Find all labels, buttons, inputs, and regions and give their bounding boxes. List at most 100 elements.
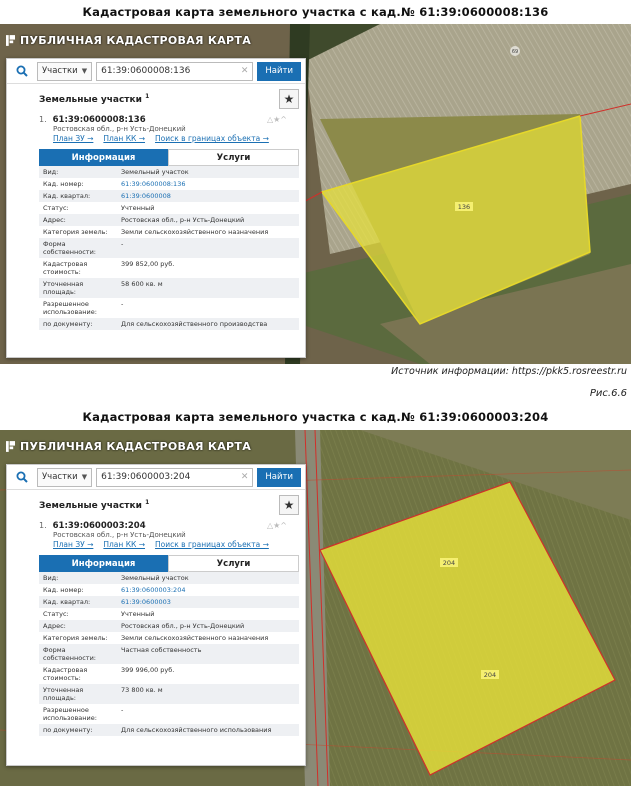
tab-information[interactable]: Информация xyxy=(39,149,168,166)
plan-zu-link[interactable]: План ЗУ → xyxy=(53,540,93,549)
tab-services[interactable]: Услуги xyxy=(168,149,299,166)
info-tabs: Информация Услуги xyxy=(39,149,299,166)
row-value: Ростовская обл., р-н Усть-Донецкий xyxy=(117,620,299,632)
favorite-star-button[interactable]: ★ xyxy=(279,495,299,515)
favorite-star-button[interactable]: ★ xyxy=(279,89,299,109)
clear-icon[interactable]: ✕ xyxy=(241,66,249,76)
pkk-logo-icon xyxy=(6,35,15,46)
row-key: Статус: xyxy=(43,204,69,212)
search-icon[interactable] xyxy=(11,61,33,81)
table-row: Кад. номер: 61:39:0600003:204 xyxy=(39,584,299,596)
result-actions-icons[interactable]: △★^ xyxy=(267,521,287,530)
row-value: 399 996,00 руб. xyxy=(121,666,175,674)
search-scope-select[interactable]: Участки ▼ xyxy=(37,61,93,81)
table-row: Форма собственности: Частная собственност… xyxy=(39,644,299,664)
tab-services[interactable]: Услуги xyxy=(168,555,299,572)
row-value: Частная собственность xyxy=(117,644,299,664)
map-view-1[interactable]: 69 136 ПУБЛИЧНАЯ КАДАСТРОВАЯ КАРТА Участ… xyxy=(0,24,631,364)
row-value: Земельный участок xyxy=(117,572,299,584)
plan-kk-link[interactable]: План КК → xyxy=(103,134,145,143)
result-card[interactable]: 1. 61:39:0600008:136 △★^ Ростовская обл.… xyxy=(39,115,297,143)
search-bar: Участки ▼ 61:39:0600003:204 ✕ Найти xyxy=(7,465,305,490)
row-value[interactable]: 61:39:0600003 xyxy=(117,596,299,608)
star-icon: ★ xyxy=(283,498,295,512)
brand-header-2: ПУБЛИЧНАЯ КАДАСТРОВАЯ КАРТА xyxy=(6,440,251,453)
row-key: Вид: xyxy=(39,572,117,584)
brand-title: ПУБЛИЧНАЯ КАДАСТРОВАЯ КАРТА xyxy=(20,34,252,47)
result-links: План ЗУ → План КК → Поиск в границах объ… xyxy=(53,540,297,549)
search-scope-value: Участки xyxy=(42,472,78,482)
section-title: Земельные участки 1 xyxy=(39,93,149,105)
parcel-label-204: 204 xyxy=(443,559,455,567)
row-key: Разрешенное использование: xyxy=(43,300,97,316)
row-value: Земли сельскохозяйственного назначения xyxy=(121,634,269,642)
row-value: Для сельскохозяйственного производства xyxy=(117,318,299,330)
row-key: Категория земель: xyxy=(43,228,108,236)
row-key: Статус: xyxy=(43,610,69,618)
find-button[interactable]: Найти xyxy=(257,61,301,81)
table-row: по документу: Для сельскохозяйственного п… xyxy=(39,318,299,330)
svg-text:69: 69 xyxy=(512,49,518,55)
row-key: Разрешенное использование: xyxy=(43,706,97,722)
row-key: Кадастровая стоимость: xyxy=(43,666,88,682)
result-heading: 1. 61:39:0600003:204 xyxy=(39,521,297,531)
row-key: Кад. квартал: xyxy=(39,190,117,202)
section-header: Земельные участки 1 ★ xyxy=(7,84,305,111)
row-key: Уточненная площадь: xyxy=(39,278,117,298)
table-row: Кадастровая стоимость: 399 996,00 руб. xyxy=(39,664,299,684)
search-in-bounds-link[interactable]: Поиск в границах объекта → xyxy=(155,540,269,549)
search-query-value: 61:39:0600008:136 xyxy=(101,66,191,76)
brand-header-1: ПУБЛИЧНАЯ КАДАСТРОВАЯ КАРТА xyxy=(6,34,251,47)
section-title-text: Земельные участки xyxy=(39,95,142,105)
row-value: 58 600 кв. м xyxy=(117,278,299,298)
table-row: Уточненная площадь: 58 600 кв. м xyxy=(39,278,299,298)
row-value: 399 852,00 руб. xyxy=(121,260,175,268)
row-value: - xyxy=(121,706,124,714)
row-value: - xyxy=(117,238,299,258)
row-value: Ростовская обл., р-н Усть-Донецкий xyxy=(117,214,299,226)
pkk-logo-icon xyxy=(6,441,15,452)
tab-information[interactable]: Информация xyxy=(39,555,168,572)
result-actions-icons[interactable]: △★^ xyxy=(267,115,287,124)
table-row: Вид: Земельный участок xyxy=(39,572,299,584)
section-title: Земельные участки 1 xyxy=(39,499,149,511)
search-in-bounds-link[interactable]: Поиск в границах объекта → xyxy=(155,134,269,143)
row-value[interactable]: 61:39:0600008:136 xyxy=(117,178,299,190)
search-input[interactable]: 61:39:0600008:136 ✕ xyxy=(96,61,254,81)
clear-icon[interactable]: ✕ xyxy=(241,472,249,482)
source-note: Источник информации: https://pkk5.rosree… xyxy=(391,366,627,377)
row-value: 73 800 кв. м xyxy=(117,684,299,704)
row-key: по документу: xyxy=(39,318,117,330)
section-title-text: Земельные участки xyxy=(39,501,142,511)
info-tabs: Информация Услуги xyxy=(39,555,299,572)
table-row: Кад. квартал: 61:39:0600003 xyxy=(39,596,299,608)
table-row: Вид: Земельный участок xyxy=(39,166,299,178)
table-row: Адрес: Ростовская обл., р-н Усть-Донецкий xyxy=(39,214,299,226)
row-value: Земельный участок xyxy=(117,166,299,178)
search-panel-1: Участки ▼ 61:39:0600008:136 ✕ Найти Земе… xyxy=(6,58,306,358)
result-index: 1. xyxy=(39,115,47,124)
search-scope-select[interactable]: Участки ▼ xyxy=(37,467,93,487)
plan-zu-link[interactable]: План ЗУ → xyxy=(53,134,93,143)
map-view-2[interactable]: 204 204 ПУБЛИЧНАЯ КАДАСТРОВАЯ КАРТА Учас… xyxy=(0,430,631,786)
search-input[interactable]: 61:39:0600003:204 ✕ xyxy=(96,467,254,487)
row-key: Категория земель: xyxy=(43,634,108,642)
result-address: Ростовская обл., р-н Усть-Донецкий xyxy=(53,531,186,539)
chevron-down-icon: ▼ xyxy=(81,473,88,481)
table-row: Кад. квартал: 61:39:0600008 xyxy=(39,190,299,202)
row-value[interactable]: 61:39:0600003:204 xyxy=(117,584,299,596)
row-value[interactable]: 61:39:0600008 xyxy=(117,190,299,202)
plan-kk-link[interactable]: План КК → xyxy=(103,540,145,549)
row-key: по документу: xyxy=(39,724,117,736)
info-table: Вид: Земельный участок Кад. номер: 61:39:0… xyxy=(39,166,299,330)
result-card[interactable]: 1. 61:39:0600003:204 △★^ Ростовская обл.… xyxy=(39,521,297,549)
row-key: Уточненная площадь: xyxy=(39,684,117,704)
search-icon[interactable] xyxy=(11,467,33,487)
result-cad-number: 61:39:0600003:204 xyxy=(52,521,146,531)
find-button[interactable]: Найти xyxy=(257,467,301,487)
chevron-down-icon: ▼ xyxy=(81,67,88,75)
row-key: Кад. номер: xyxy=(43,586,84,594)
row-key: Форма собственности: xyxy=(39,238,117,258)
row-key: Адрес: xyxy=(39,214,117,226)
row-key: Кад. квартал: xyxy=(39,596,117,608)
